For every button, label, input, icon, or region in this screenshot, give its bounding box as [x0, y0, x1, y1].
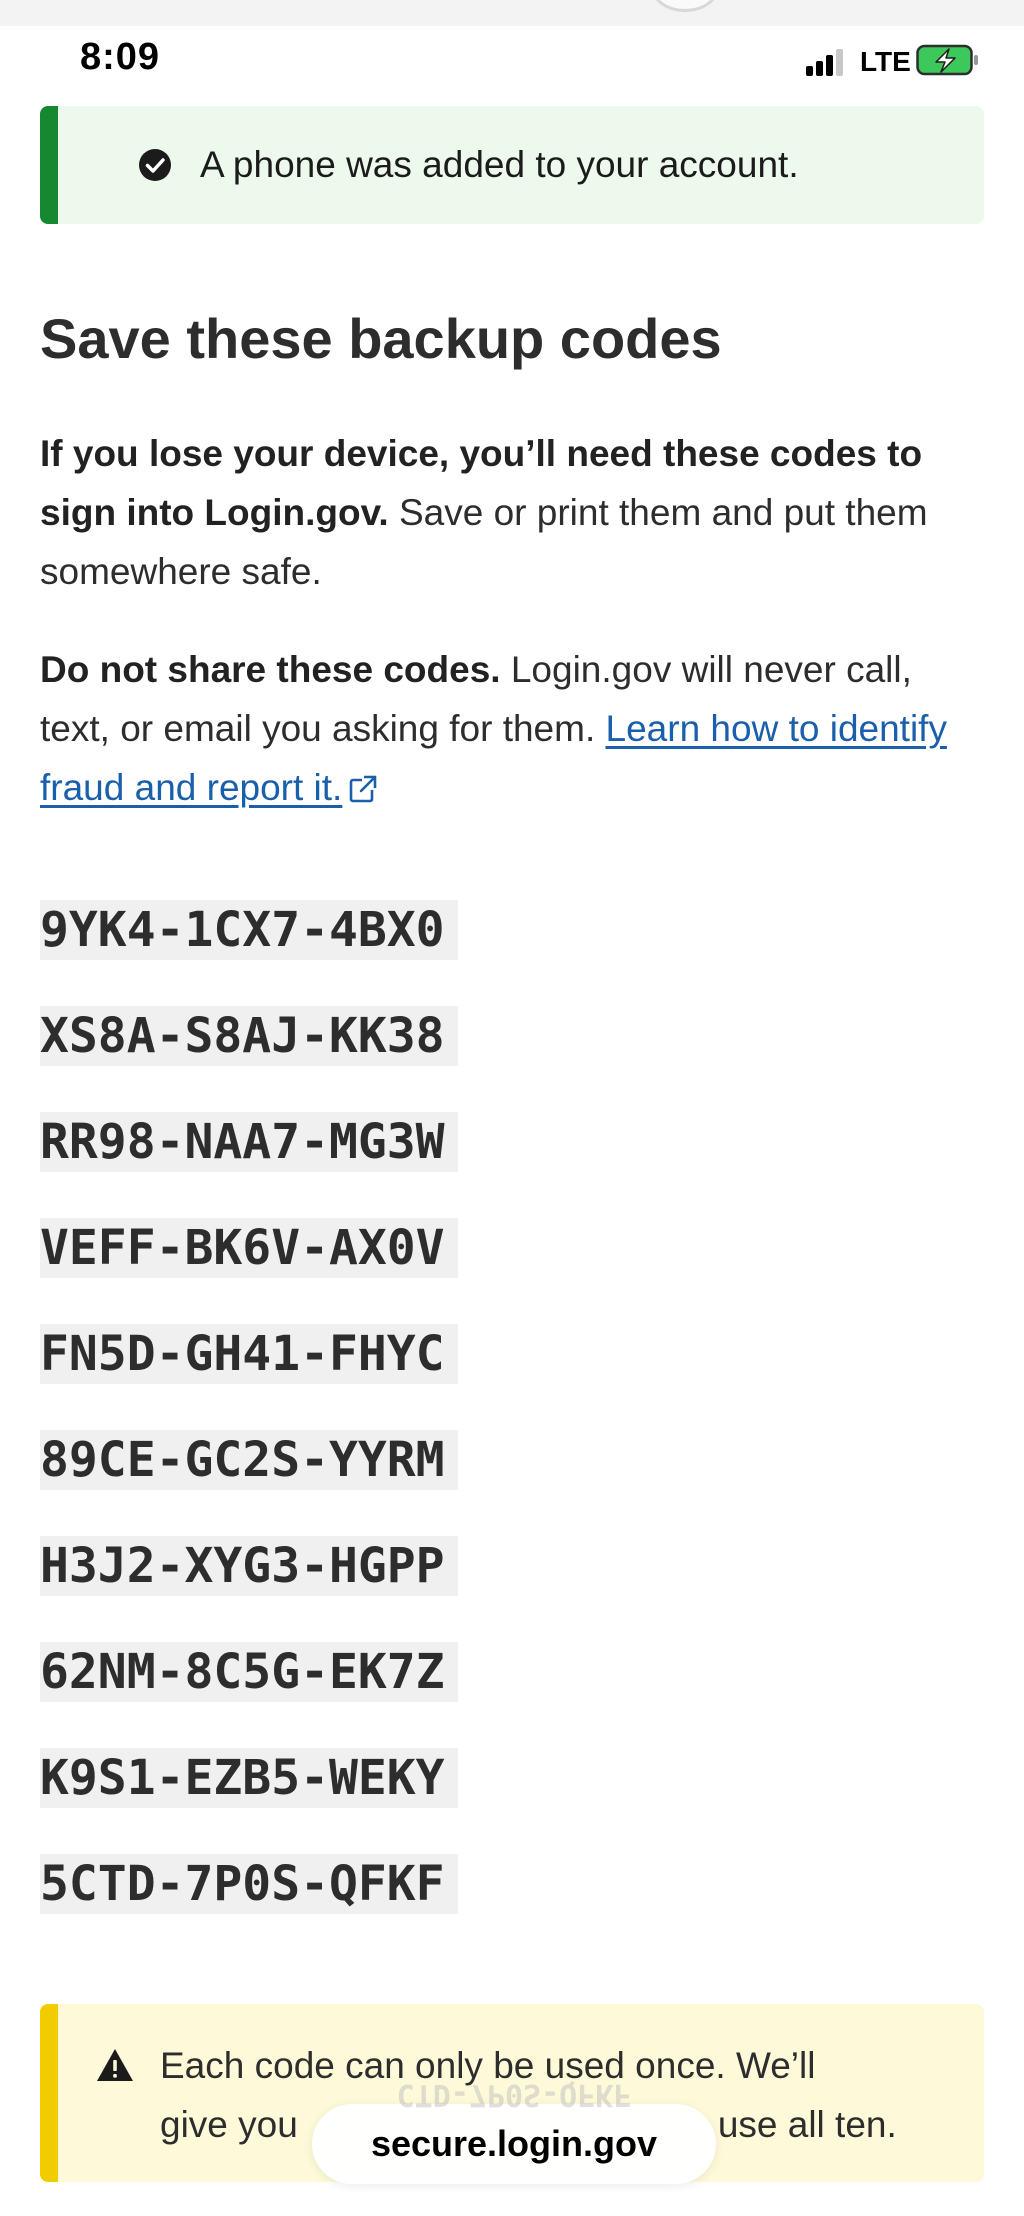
external-link-icon[interactable] — [348, 774, 379, 804]
browser-address-pill[interactable]: CTD-7P0S-QFKF secure.login.gov — [312, 2077, 716, 2184]
signal-icon — [806, 48, 846, 76]
backup-code: XS8A-S8AJ-KK38 — [40, 1006, 458, 1066]
backup-code: FN5D-GH41-FHYC — [40, 1324, 458, 1384]
success-alert: A phone was added to your account. — [40, 106, 984, 224]
status-bar: 8:09 LTE — [0, 26, 1024, 96]
backup-code: 9YK4-1CX7-4BX0 — [40, 900, 458, 960]
backup-code: H3J2-XYG3-HGPP — [40, 1536, 458, 1596]
page-title: Save these backup codes — [40, 307, 722, 370]
network-label: LTE — [860, 46, 911, 77]
backup-code: VEFF-BK6V-AX0V — [40, 1218, 458, 1278]
do-not-share-bold-text: Do not share these codes. — [40, 649, 501, 690]
backup-code: 89CE-GC2S-YYRM — [40, 1430, 458, 1490]
browser-domain[interactable]: secure.login.gov — [371, 2123, 657, 2164]
scroll-handle — [652, 0, 718, 12]
backup-code: 62NM-8C5G-EK7Z — [40, 1642, 458, 1702]
battery-charging-icon — [916, 44, 978, 76]
warning-alert-accent-bar — [40, 2004, 58, 2182]
backup-code: RR98-NAA7-MG3W — [40, 1112, 458, 1172]
check-circle-icon — [139, 149, 171, 181]
success-alert-accent-bar — [40, 106, 58, 224]
warning-triangle-icon — [97, 2049, 133, 2081]
page: 8:09 LTE A phone was added to your accou… — [0, 0, 1024, 2216]
backup-code: K9S1-EZB5-WEKY — [40, 1748, 458, 1808]
success-alert-message: A phone was added to your account. — [200, 144, 799, 185]
status-time: 8:09 — [80, 36, 161, 78]
warning-alert-line-2-start: give you — [160, 2104, 298, 2145]
backup-code: 5CTD-7P0S-QFKF — [40, 1854, 458, 1914]
warning-alert-line-2-end: use all ten. — [717, 2104, 897, 2145]
address-pill-ghost-text: CTD-7P0S-QFKF — [396, 2077, 632, 2112]
top-strip — [0, 0, 1024, 26]
do-not-share-paragraph: Do not share these codes. Login.gov will… — [40, 640, 990, 817]
lost-device-paragraph: If you lose your device, you’ll need the… — [40, 424, 990, 601]
